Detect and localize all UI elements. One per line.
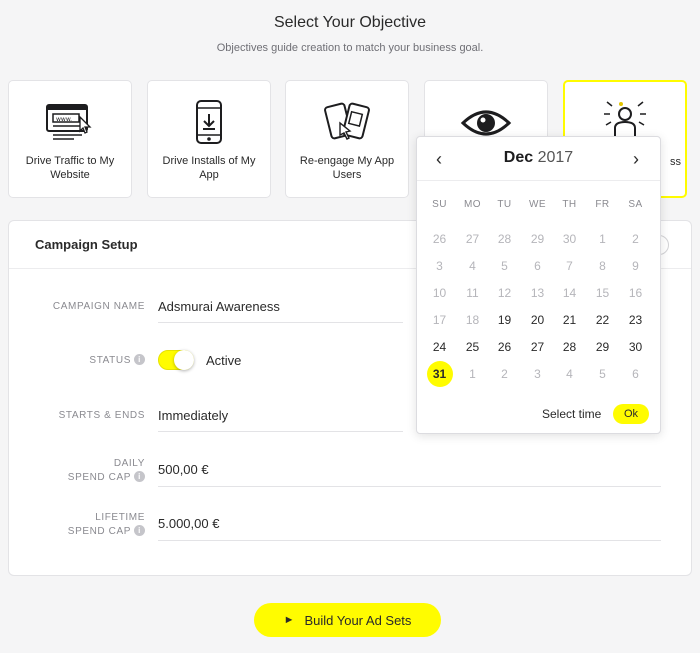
weekday-label: TH <box>562 199 577 210</box>
date-picker-popup: ‹ Dec 2017 › SU MO TU WE TH FR SA 26 27 28 29 30 1 2… <box>416 136 661 434</box>
year-label: 2017 <box>537 149 574 166</box>
starts-ends-label: STARTS & ENDS <box>58 410 145 421</box>
lifetime-label-line1: LIFETIME <box>95 512 145 523</box>
calendar-day: 18 <box>465 313 480 327</box>
lifetime-spend-cap-underline <box>158 540 661 541</box>
weekday-label: SU <box>432 199 447 210</box>
calendar-day: 10 <box>432 286 447 300</box>
calendar-day: 7 <box>566 259 573 273</box>
svg-text:www.: www. <box>56 116 72 123</box>
ok-button[interactable]: Ok <box>613 404 649 424</box>
calendar-day: 5 <box>501 259 508 273</box>
calendar-day: 2 <box>632 232 639 246</box>
objective-label: Re-engage My App Users <box>299 155 395 181</box>
chevron-right-icon[interactable]: › <box>626 149 646 170</box>
calendar-day[interactable]: 30 <box>619 335 652 359</box>
calendar-day: 9 <box>632 259 639 273</box>
phones-reengage-icon <box>286 99 408 145</box>
calendar-day[interactable]: 29 <box>586 335 619 359</box>
toggle-knob <box>174 350 194 370</box>
info-icon[interactable]: i <box>134 354 145 365</box>
browser-window-icon: www. <box>9 99 131 145</box>
objective-card-reengage[interactable]: Re-engage My App Users <box>285 80 409 198</box>
calendar-day: 26 <box>432 232 447 246</box>
calendar-day: 12 <box>497 286 512 300</box>
calendar-day: 27 <box>465 232 480 246</box>
calendar-day[interactable]: 19 <box>488 308 521 332</box>
weekday-label: MO <box>464 199 481 210</box>
calendar-day: 17 <box>432 313 447 327</box>
calendar-day: 4 <box>566 367 573 381</box>
daily-label-line1: DAILY <box>113 458 145 469</box>
calendar-day[interactable]: 25 <box>456 335 489 359</box>
calendar-day: 8 <box>599 259 606 273</box>
play-arrow-icon: ► <box>283 614 295 626</box>
calendar-day: 6 <box>632 367 639 381</box>
calendar-day[interactable]: 23 <box>619 308 652 332</box>
starts-ends-underline <box>158 431 403 432</box>
objective-label: Drive Traffic to My Website <box>25 155 115 181</box>
calendar-day: 4 <box>469 259 476 273</box>
info-icon[interactable]: i <box>134 525 145 536</box>
daily-spend-cap-input[interactable]: 500,00 € <box>158 462 209 477</box>
calendar-day: 11 <box>466 286 479 300</box>
calendar-day[interactable]: 24 <box>423 335 456 359</box>
daily-label-line2: SPEND CAP <box>67 472 131 483</box>
calendar-day: 3 <box>436 259 443 273</box>
calendar-day[interactable]: 26 <box>488 335 521 359</box>
calendar-day-selected[interactable]: 31 <box>426 361 453 387</box>
calendar-day: 2 <box>501 367 508 381</box>
calendar-day: 15 <box>595 286 610 300</box>
campaign-name-input[interactable]: Adsmurai Awareness <box>158 299 280 314</box>
select-time-link[interactable]: Select time <box>542 407 601 421</box>
calendar-day[interactable]: 20 <box>521 308 554 332</box>
status-value: Active <box>206 353 242 368</box>
status-label-group: STATUS i <box>89 354 145 368</box>
calendar-day[interactable]: 21 <box>553 308 586 332</box>
daily-spend-cap-underline <box>158 486 661 487</box>
calendar-day: 1 <box>469 367 476 381</box>
page-title: Select Your Objective <box>273 14 427 31</box>
calendar-day: 30 <box>562 232 577 246</box>
build-ad-sets-button[interactable]: ► Build Your Ad Sets <box>254 603 441 637</box>
campaign-name-underline <box>158 322 403 323</box>
info-icon[interactable]: i <box>134 471 145 482</box>
daily-label-line2-group: SPEND CAP i <box>68 471 145 485</box>
lifetime-spend-cap-input[interactable]: 5.000,00 € <box>158 516 219 531</box>
calendar-day[interactable]: 22 <box>586 308 619 332</box>
objective-card-installs[interactable]: Drive Installs of My App <box>147 80 271 198</box>
calendar-day: 16 <box>628 286 643 300</box>
starts-ends-input[interactable]: Immediately <box>158 408 228 423</box>
date-picker-header: ‹ Dec 2017 › <box>417 137 660 181</box>
status-toggle[interactable] <box>158 350 194 370</box>
weekday-label: TU <box>497 199 512 210</box>
lifetime-label-line2-group: SPEND CAP i <box>68 525 145 539</box>
campaign-setup-title: Campaign Setup <box>35 237 138 252</box>
calendar-day: 5 <box>599 367 606 381</box>
status-label: STATUS <box>89 355 131 366</box>
phone-download-icon <box>148 99 270 145</box>
build-ad-sets-label: Build Your Ad Sets <box>304 612 412 628</box>
lifetime-spend-cap-label: LIFETIME SPEND CAP i <box>68 511 145 539</box>
campaign-name-label: CAMPAIGN NAME <box>52 301 145 312</box>
weekday-label: SA <box>628 199 643 210</box>
calendar-day: 28 <box>497 232 512 246</box>
page-subtitle: Objectives guide creation to match your … <box>216 42 484 54</box>
lifetime-label-line2: SPEND CAP <box>67 526 131 537</box>
calendar-day[interactable]: 27 <box>521 335 554 359</box>
calendar-day: 29 <box>530 232 545 246</box>
daily-spend-cap-label: DAILY SPEND CAP i <box>68 457 145 485</box>
month-label: Dec <box>503 149 534 166</box>
calendar-day[interactable]: 28 <box>553 335 586 359</box>
calendar-day: 1 <box>599 232 606 246</box>
weekday-label: FR <box>595 199 610 210</box>
calendar-day: 3 <box>534 367 541 381</box>
calendar-day: 6 <box>534 259 541 273</box>
month-year-title: Dec 2017 <box>417 149 660 167</box>
calendar-day: 14 <box>562 286 577 300</box>
objective-label: Drive Installs of My App <box>162 155 256 181</box>
weekday-label: WE <box>529 199 546 210</box>
calendar-day: 13 <box>530 286 545 300</box>
objective-card-traffic[interactable]: www. Drive Traffic to My Website <box>8 80 132 198</box>
